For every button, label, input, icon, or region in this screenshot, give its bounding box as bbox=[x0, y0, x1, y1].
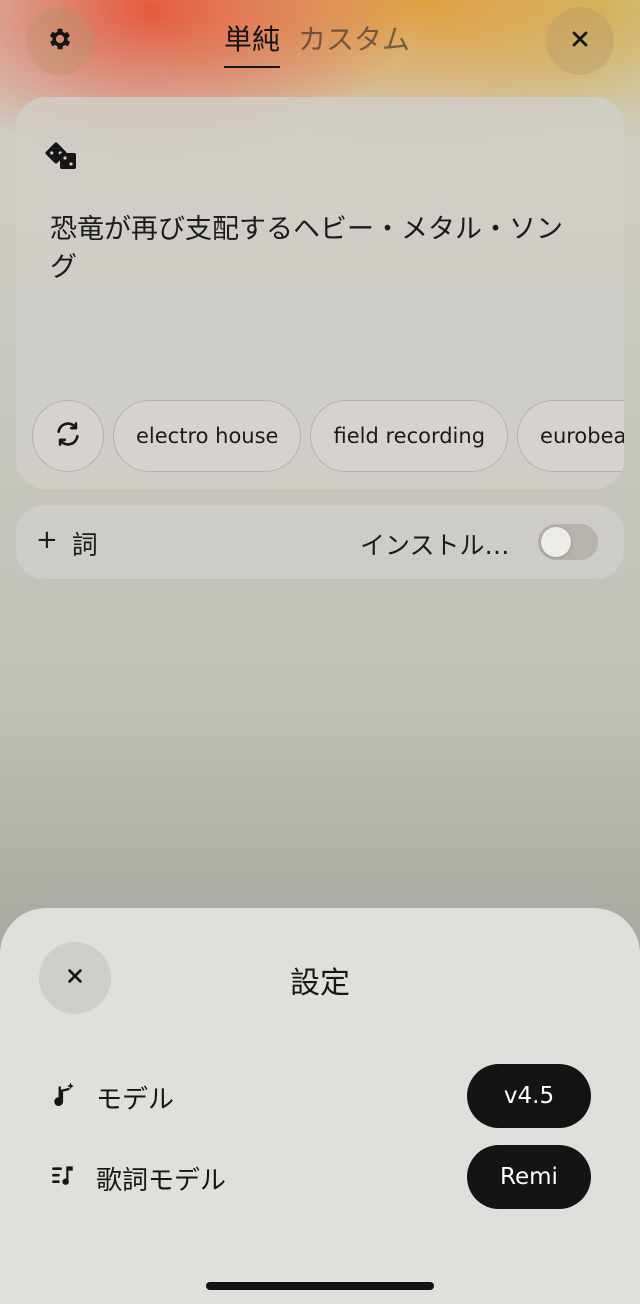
add-lyrics-button[interactable]: + 詞 bbox=[36, 525, 98, 562]
instrumental-toggle[interactable] bbox=[538, 524, 598, 560]
model-row[interactable]: モデル bbox=[50, 1079, 174, 1116]
settings-button[interactable] bbox=[26, 7, 94, 75]
sheet-title: 設定 bbox=[290, 966, 350, 1001]
toggle-knob bbox=[541, 527, 571, 557]
prompt-text[interactable]: 恐竜が再び支配するヘビー・メタル・ソング bbox=[50, 211, 570, 287]
instrumental-label: インストル… bbox=[360, 531, 510, 560]
refresh-button[interactable] bbox=[32, 400, 104, 472]
close-button[interactable] bbox=[546, 7, 614, 75]
style-chip[interactable]: field recording bbox=[310, 400, 509, 472]
prompt-card: 恐竜が再び支配するヘビー・メタル・ソング electro house field… bbox=[16, 97, 624, 489]
music-sparkle-icon bbox=[50, 1081, 76, 1114]
style-chip[interactable]: electro house bbox=[113, 400, 302, 472]
model-label: モデル bbox=[96, 1085, 175, 1115]
style-chip[interactable]: eurobeat bbox=[517, 400, 624, 472]
lyrics-label: 詞 bbox=[71, 531, 98, 561]
lyrics-model-row[interactable]: 歌詞モデル bbox=[50, 1160, 226, 1197]
refresh-icon bbox=[54, 420, 82, 453]
lyrics-model-button[interactable]: Remi bbox=[467, 1145, 591, 1209]
mode-tabs: 単純 カスタム bbox=[224, 18, 410, 68]
dice-icon[interactable] bbox=[44, 141, 80, 177]
style-chips: electro house field recording eurobeat bbox=[32, 400, 624, 472]
lyrics-bar: + 詞 インストル… bbox=[16, 505, 624, 579]
home-indicator bbox=[206, 1282, 434, 1290]
tab-simple[interactable]: 単純 bbox=[224, 18, 281, 68]
lyrics-list-icon bbox=[50, 1162, 76, 1195]
plus-icon: + bbox=[36, 525, 58, 555]
tab-custom[interactable]: カスタム bbox=[298, 18, 410, 68]
gear-icon bbox=[46, 25, 74, 57]
close-icon bbox=[570, 29, 590, 53]
settings-sheet: 設定 モデル v4.5 歌詞モデル Remi bbox=[0, 908, 640, 1304]
lyrics-model-label: 歌詞モデル bbox=[96, 1166, 227, 1196]
model-version-button[interactable]: v4.5 bbox=[467, 1064, 591, 1128]
